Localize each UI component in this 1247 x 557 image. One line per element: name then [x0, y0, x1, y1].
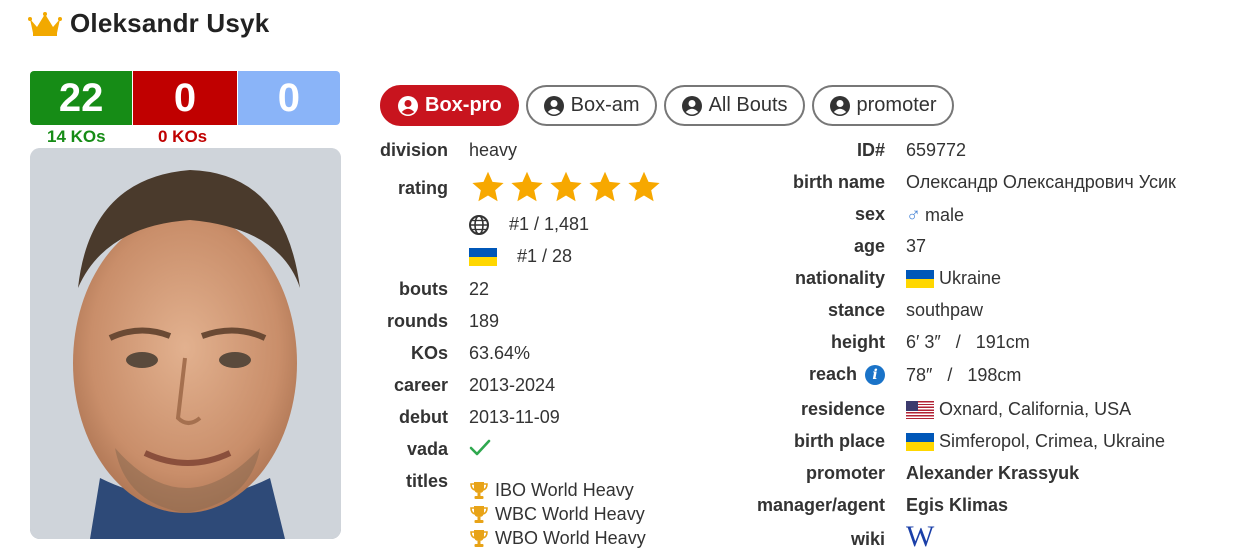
info-icon[interactable]: i: [865, 364, 885, 385]
career-label: career: [393, 375, 448, 395]
career-value: 2013-2024: [469, 375, 556, 395]
promoter-label: promoter: [805, 463, 885, 483]
vada-label: vada: [406, 439, 448, 459]
id-value: 659772: [906, 140, 967, 160]
tab-label: All Bouts: [708, 94, 788, 116]
vada-value: [469, 439, 491, 457]
debut-value: 2013-11-09: [469, 407, 560, 427]
star-icon: [550, 171, 582, 202]
reach-value: 78″ / 198cm: [906, 365, 1022, 385]
rounds-value: 189: [469, 311, 500, 331]
ukraine-flag-icon: [906, 432, 934, 451]
title-text: WBC World Heavy: [495, 503, 645, 524]
usa-flag-icon: [906, 400, 934, 419]
globe-icon: [469, 214, 489, 235]
nationality-text: Ukraine: [939, 268, 1002, 288]
reach-label: reach: [808, 364, 857, 384]
wiki-link[interactable]: W: [906, 522, 934, 552]
person-icon: [681, 95, 702, 116]
boxer-name: Oleksandr Usyk: [70, 8, 270, 38]
title-item[interactable]: WBC World Heavy: [469, 502, 646, 526]
rating-stars: [469, 169, 663, 205]
tab-box-pro[interactable]: Box-pro: [380, 85, 519, 126]
loss-kos: 0 KOs: [158, 127, 208, 146]
star-icon: [628, 171, 660, 202]
division-value: heavy: [469, 140, 518, 160]
world-rank[interactable]: #1 / 1,481: [469, 214, 589, 235]
title-item[interactable]: IBO World Heavy: [469, 478, 646, 502]
sex-label: sex: [854, 204, 885, 224]
trophy-icon: [470, 530, 488, 547]
country-rank[interactable]: #1 / 28: [469, 246, 572, 267]
title-item[interactable]: WBO World Heavy: [469, 526, 646, 550]
debut-label: debut: [399, 407, 448, 427]
titles-list: IBO World Heavy WBC World Heavy WBO Worl…: [469, 478, 646, 550]
wiki-label: wiki: [850, 529, 885, 549]
residence-value[interactable]: Oxnard, California, USA: [906, 399, 1131, 420]
country-rank-text: #1 / 28: [517, 246, 573, 266]
height-label: height: [831, 332, 885, 352]
sex-value: ♂ male: [906, 204, 964, 227]
nationality-label: nationality: [794, 268, 885, 288]
age-value: 37: [906, 236, 927, 256]
world-rank-text: #1 / 1,481: [509, 214, 590, 234]
residence-label: residence: [800, 399, 885, 419]
tab-promoter[interactable]: promoter: [811, 85, 954, 126]
rounds-label: rounds: [387, 311, 448, 331]
birth-place-value[interactable]: Simferopol, Crimea, Ukraine: [906, 431, 1165, 452]
tab-label: Box-pro: [425, 94, 502, 116]
residence-text: Oxnard, California, USA: [939, 399, 1132, 419]
id-label: ID#: [856, 140, 885, 160]
birth-name-label: birth name: [792, 172, 885, 192]
wins-count: 22: [30, 71, 133, 125]
stance-value: southpaw: [906, 300, 984, 320]
win-kos: 14 KOs: [47, 127, 106, 146]
tab-bar: Box-pro Box-am All Bouts promoter: [380, 85, 954, 126]
person-icon: [543, 95, 564, 116]
age-label: age: [853, 236, 885, 256]
height-value: 6′ 3″ / 191cm: [906, 332, 1030, 352]
stance-label: stance: [827, 300, 885, 320]
reach-label-row: reach i: [700, 364, 885, 385]
title-text: WBO World Heavy: [495, 527, 646, 548]
tab-label: Box-am: [570, 94, 640, 116]
page-title: Oleksandr Usyk: [28, 8, 269, 39]
draws-count: 0: [237, 71, 340, 125]
promoter-value[interactable]: Alexander Krassyuk: [906, 463, 1079, 484]
person-icon: [398, 95, 418, 116]
manager-label: manager/agent: [756, 495, 885, 515]
rating-label: rating: [397, 178, 448, 198]
star-icon: [511, 171, 543, 202]
birth-place-label: birth place: [793, 431, 885, 451]
title-text: IBO World Heavy: [495, 479, 634, 500]
wikipedia-icon: W: [906, 520, 935, 553]
ukraine-flag-icon: [469, 247, 497, 266]
bouts-label: bouts: [399, 279, 448, 299]
bouts-value: 22: [469, 279, 490, 299]
boxer-photo: [30, 148, 341, 539]
check-icon: [469, 439, 491, 456]
trophy-icon: [470, 482, 488, 499]
star-icon: [472, 171, 504, 202]
nationality-value[interactable]: Ukraine: [906, 268, 1001, 289]
birth-name-value: Олександр Олександрович Усик: [906, 172, 1176, 192]
kos-value: 63.64%: [469, 343, 531, 363]
titles-label: titles: [405, 471, 448, 491]
kos-label: KOs: [410, 343, 448, 363]
person-icon: [829, 95, 850, 116]
tab-box-am[interactable]: Box-am: [525, 85, 657, 126]
division-label: division: [379, 140, 448, 160]
birth-place-text: Simferopol, Crimea, Ukraine: [939, 431, 1166, 451]
sex-text: male: [925, 205, 965, 225]
star-icon: [589, 171, 621, 202]
tab-all-bouts[interactable]: All Bouts: [663, 85, 805, 126]
male-icon: ♂: [906, 204, 921, 226]
losses-count: 0: [133, 71, 237, 125]
trophy-icon: [470, 506, 488, 523]
crown-icon: [28, 11, 62, 36]
record-bar: 22 0 0: [30, 71, 340, 125]
manager-value[interactable]: Egis Klimas: [906, 495, 1008, 516]
ukraine-flag-icon: [906, 269, 934, 288]
tab-label: promoter: [856, 94, 937, 116]
